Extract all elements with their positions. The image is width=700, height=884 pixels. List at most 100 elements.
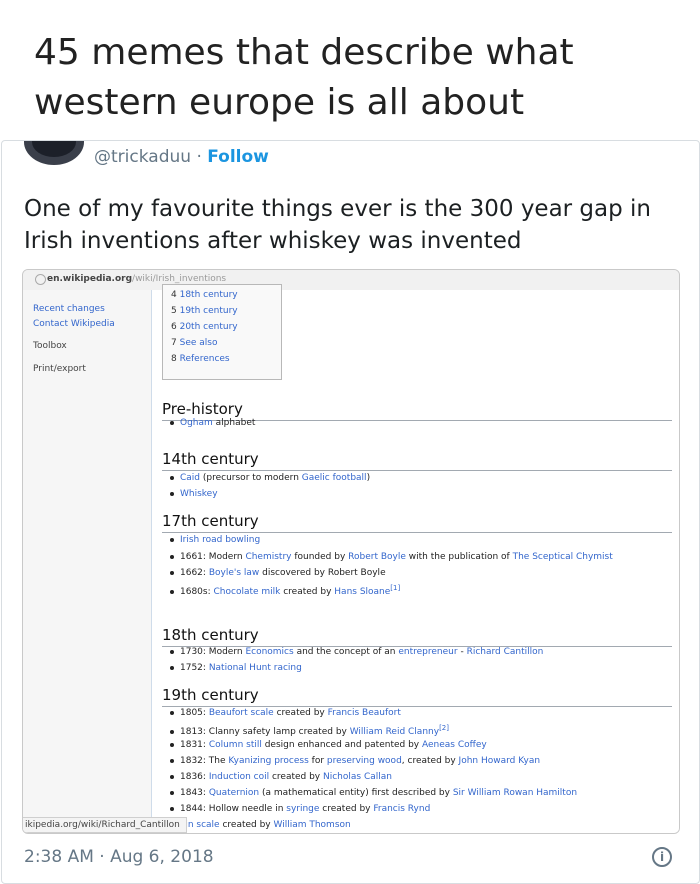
item-text: , created by xyxy=(401,756,459,766)
section-heading: 19th century xyxy=(162,686,672,707)
item-text: design enhanced and patented by xyxy=(261,740,422,750)
item-text: (a mathematical entity) first described … xyxy=(259,788,453,798)
article-headline: 45 memes that describe what western euro… xyxy=(34,32,574,123)
toc-label: 20th century xyxy=(179,322,238,332)
article-link[interactable]: Caid xyxy=(180,473,200,483)
toc-item: 6 20th century xyxy=(171,322,238,332)
bullet-icon xyxy=(170,790,174,795)
tweet-text: One of my favourite things ever is the 3… xyxy=(24,196,652,254)
avatar-image xyxy=(32,141,76,157)
browser-url-bar: en.wikipedia.org/wiki/Irish_inventions xyxy=(23,270,679,291)
item-text: created by xyxy=(219,820,274,830)
article-link[interactable]: syringe xyxy=(286,804,319,814)
article-link[interactable]: National Hunt racing xyxy=(209,663,302,673)
toc-item: 5 19th century xyxy=(171,306,238,316)
article-link[interactable]: entrepreneur xyxy=(398,647,457,657)
item-text: [1] xyxy=(390,584,401,592)
item-text: - xyxy=(457,647,467,657)
bullet-icon xyxy=(170,649,174,654)
globe-icon xyxy=(35,274,46,285)
list-item: 1662: Boyle's law discovered by Robert B… xyxy=(170,568,386,578)
bullet-icon xyxy=(170,774,174,779)
item-text: created by xyxy=(319,804,374,814)
article-link[interactable]: Chocolate milk xyxy=(214,587,281,597)
embedded-screenshot: en.wikipedia.org/wiki/Irish_inventions R… xyxy=(22,269,680,834)
bullet-icon xyxy=(170,729,174,734)
article-link[interactable]: Kyanizing process xyxy=(228,756,308,766)
sidebar-heading-print: Print/export xyxy=(33,364,86,374)
article-link[interactable]: Induction coil xyxy=(209,772,269,782)
list-item: Irish road bowling xyxy=(170,535,260,545)
toc-item: 8 References xyxy=(171,354,230,364)
toc-label: 19th century xyxy=(179,306,238,316)
bullet-icon xyxy=(170,570,174,575)
list-item: 1831: Column still design enhanced and p… xyxy=(170,740,487,750)
article-link[interactable]: Nicholas Callan xyxy=(323,772,392,782)
article-link[interactable]: Chemistry xyxy=(245,552,291,562)
article-link[interactable]: preserving wood xyxy=(327,756,402,766)
item-text: 1662: xyxy=(180,568,209,578)
info-icon[interactable]: i xyxy=(652,847,672,867)
url-path: /wiki/Irish_inventions xyxy=(132,274,227,284)
list-item: Ogham alphabet xyxy=(170,418,255,428)
article-link[interactable]: Hans Sloane xyxy=(334,587,390,597)
item-text: created by xyxy=(280,587,335,597)
bullet-icon xyxy=(170,758,174,763)
list-item: Whiskey xyxy=(170,489,218,499)
article-link[interactable]: Beaufort scale xyxy=(209,708,274,718)
item-text: 1730: Modern xyxy=(180,647,246,657)
article-link[interactable]: Francis Beaufort xyxy=(328,708,401,718)
article-link[interactable]: Economics xyxy=(245,647,293,657)
article-link[interactable]: Aeneas Coffey xyxy=(422,740,487,750)
item-text: 1813: Clanny safety lamp created by xyxy=(180,727,350,737)
wikipedia-sidebar: Recent changes Contact Wikipedia Toolbox… xyxy=(23,290,151,833)
bullet-icon xyxy=(170,665,174,670)
follow-button[interactable]: Follow xyxy=(207,147,269,167)
article-link[interactable]: Richard Cantillon xyxy=(467,647,544,657)
toc-label: See also xyxy=(179,338,218,348)
list-item: 1805: Beaufort scale created by Francis … xyxy=(170,708,401,718)
article-link[interactable]: Column still xyxy=(209,740,262,750)
article-link[interactable]: Gaelic football xyxy=(302,473,367,483)
article-link[interactable]: The Sceptical Chymist xyxy=(513,552,613,562)
item-text: [2] xyxy=(439,724,449,732)
article-link[interactable]: Sir William Rowan Hamilton xyxy=(453,788,577,798)
bullet-icon xyxy=(170,491,174,496)
toc-item: 4 18th century xyxy=(171,290,238,300)
url-domain: en.wikipedia.org xyxy=(47,274,133,284)
article-link[interactable]: Robert Boyle xyxy=(348,552,406,562)
item-text: 1844: Hollow needle in xyxy=(180,804,287,814)
section-heading: 14th century xyxy=(162,450,672,471)
article-link[interactable]: Irish road bowling xyxy=(180,535,260,545)
browser-status-bar: ikipedia.org/wiki/Richard_Cantillon xyxy=(23,817,187,833)
bullet-icon xyxy=(170,710,174,715)
list-item: 1843: Quaternion (a mathematical entity)… xyxy=(170,788,577,798)
wikipedia-article: 4 18th century 5 19th century 6 20th cen… xyxy=(151,284,679,833)
article-link[interactable]: Quaternion xyxy=(209,788,259,798)
item-text: discovered by Robert Boyle xyxy=(259,568,386,578)
article-link[interactable]: John Howard Kyan xyxy=(459,756,541,766)
user-handle[interactable]: @trickaduu xyxy=(94,147,191,167)
article-link[interactable]: William Thomson xyxy=(274,820,351,830)
list-item: 1680s: Chocolate milk created by Hans Sl… xyxy=(170,584,400,597)
tweet-timestamp[interactable]: 2:38 AM · Aug 6, 2018 xyxy=(24,847,214,867)
avatar[interactable] xyxy=(24,141,84,165)
item-text: 1836: xyxy=(180,772,209,782)
item-text: 1680s: xyxy=(180,587,214,597)
item-text: (precursor to modern xyxy=(200,473,302,483)
section-heading: 17th century xyxy=(162,512,672,533)
article-link[interactable]: Ogham xyxy=(180,418,213,428)
item-text: 1752: xyxy=(180,663,209,673)
article-link[interactable]: Boyle's law xyxy=(209,568,259,578)
article-link[interactable]: Whiskey xyxy=(180,489,218,499)
tweet-user-line: @trickaduu · Follow xyxy=(94,147,269,167)
toc-label: 18th century xyxy=(179,290,238,300)
item-text: 1832: The xyxy=(180,756,229,766)
bullet-icon xyxy=(170,589,174,594)
article-link[interactable]: William Reid Clanny xyxy=(350,727,439,737)
bullet-icon xyxy=(170,806,174,811)
item-text: 1843: xyxy=(180,788,209,798)
browser-url: en.wikipedia.org/wiki/Irish_inventions xyxy=(47,274,226,284)
bullet-icon xyxy=(170,475,174,480)
article-link[interactable]: Francis Rynd xyxy=(373,804,430,814)
